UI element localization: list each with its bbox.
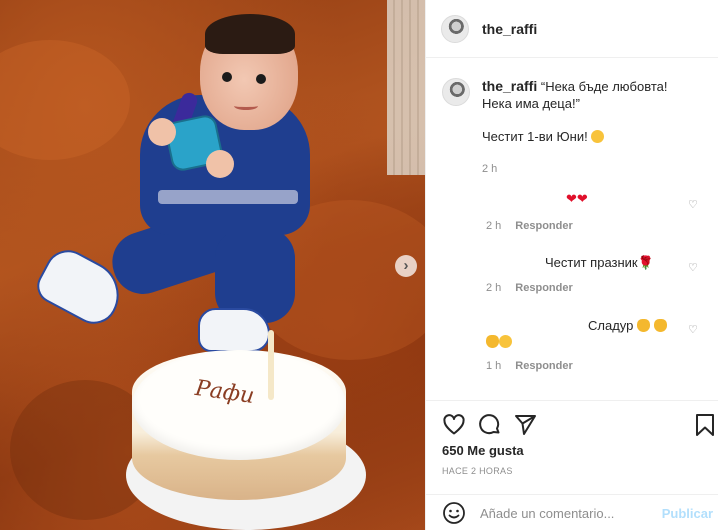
heart-eyes-emoji-icon: [499, 335, 512, 348]
caption-username[interactable]: the_raffi: [482, 78, 537, 94]
heart-icon[interactable]: [442, 413, 466, 437]
comment-time: 1 h: [486, 360, 502, 372]
comment-text: Честит празник: [545, 255, 638, 270]
comment-meta: 1 h Responder: [486, 360, 573, 372]
clapping-hands-emoji-icon: [637, 319, 650, 332]
comment-icon[interactable]: [478, 413, 502, 437]
bookmark-icon[interactable]: [693, 413, 717, 437]
like-comment-heart-icon[interactable]: ♡: [688, 323, 698, 336]
clapping-hands-emoji-icon: [653, 319, 667, 332]
caption-text-line2: Нека има деца!”: [482, 96, 580, 111]
post-caption: the_raffi “Нека бъде любовта! Нека има д…: [442, 78, 702, 178]
baby-mouth: [234, 102, 258, 110]
comment-text: ❤❤: [566, 191, 588, 206]
baby-eye: [222, 72, 232, 82]
rose-emoji-icon: 🌹: [637, 255, 654, 270]
fur-texture: [0, 40, 130, 160]
baby-shoe: [198, 308, 270, 352]
clapping-hands-emoji-icon: [486, 335, 499, 348]
baby-hand: [148, 118, 176, 146]
comment-emoji-line: [486, 334, 512, 349]
post-timestamp[interactable]: HACE 2 HORAS: [442, 466, 513, 476]
comment-text: Сладур: [588, 318, 634, 333]
post-actions: 650 Me gusta HACE 2 HORAS Publicar: [426, 400, 718, 530]
baby-hand: [206, 150, 234, 178]
caption-meta: 2 h: [482, 161, 702, 178]
share-icon[interactable]: [513, 413, 537, 437]
like-comment-heart-icon[interactable]: ♡: [688, 198, 698, 211]
comment-time: 2 h: [486, 220, 502, 232]
like-count[interactable]: 650 Me gusta: [442, 443, 524, 458]
comment-meta: 2 h Responder: [486, 282, 573, 294]
comment-meta: 2 h Responder: [486, 220, 573, 232]
background-wall: [387, 0, 425, 175]
chevron-right-icon[interactable]: ›: [395, 255, 417, 277]
post-details-panel: the_raffi the_raffi “Нека бъде любовта! …: [425, 0, 718, 530]
baby-hair: [205, 14, 295, 54]
baby-eye: [256, 74, 266, 84]
like-comment-heart-icon[interactable]: ♡: [688, 261, 698, 274]
post-header: the_raffi: [426, 0, 718, 58]
comment-item: Сладур: [588, 318, 667, 333]
author-avatar[interactable]: [441, 14, 469, 43]
comments-list[interactable]: the_raffi “Нека бъде любовта! Нека има д…: [426, 58, 718, 400]
caption-greeting: Честит 1-ви Юни!: [482, 128, 702, 145]
cake-candle: [268, 330, 274, 400]
comment-time: 2 h: [486, 282, 502, 294]
caption-time: 2 h: [482, 163, 498, 175]
caption-text-line1: “Нека бъде любовта!: [540, 79, 668, 94]
reply-button[interactable]: Responder: [515, 282, 572, 294]
caption-avatar[interactable]: [442, 78, 470, 106]
publish-button[interactable]: Publicar: [662, 506, 713, 521]
reply-button[interactable]: Responder: [515, 220, 572, 232]
reply-button[interactable]: Responder: [515, 360, 572, 372]
comment-item: Честит празник🌹: [545, 255, 654, 271]
author-username[interactable]: the_raffi: [482, 21, 537, 37]
smiling-face-emoji-icon: [591, 130, 605, 143]
baby-outfit-stripe: [158, 190, 298, 204]
emoji-icon[interactable]: [442, 501, 466, 525]
add-comment-bar: Publicar: [426, 494, 718, 530]
comment-input[interactable]: [480, 505, 660, 521]
post-photo[interactable]: Рафи ›: [0, 0, 425, 530]
